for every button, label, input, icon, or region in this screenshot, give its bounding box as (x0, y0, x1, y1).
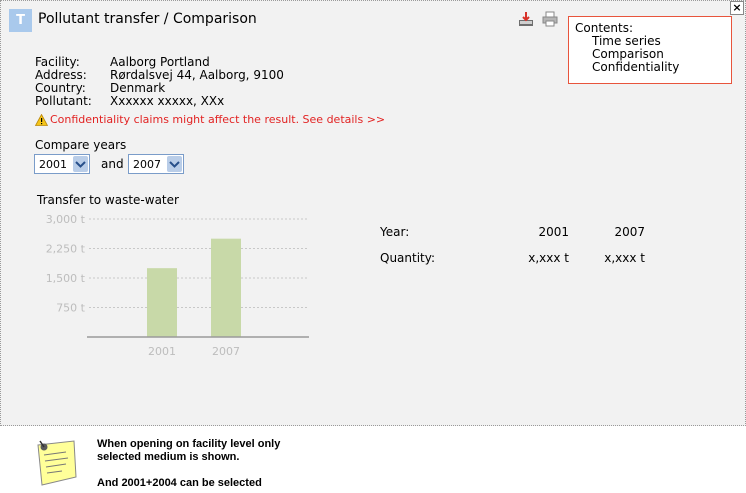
bar-2001 (147, 268, 177, 337)
year-label: Year: (380, 225, 410, 239)
page-title: Pollutant transfer / Comparison (38, 11, 257, 27)
transfer-bar-chart: 750 t 1,500 t 2,250 t 3,000 t 2001 2007 (46, 213, 309, 358)
chevron-down-icon (73, 156, 88, 172)
print-icon[interactable] (542, 11, 558, 27)
year2-select[interactable]: 2007 (128, 154, 184, 174)
contents-heading: Contents: (575, 21, 634, 35)
year1-value: 2001 (39, 157, 67, 171)
pollutant-value: Xxxxxx xxxxx, XXx (110, 94, 225, 108)
year2-header: 2007 (614, 225, 645, 239)
chart-title: Transfer to waste-water (37, 193, 179, 207)
y-tick-label: 3,000 t (46, 213, 86, 226)
quantity-year1: x,xxx t (528, 251, 569, 265)
confidentiality-warning[interactable]: Confidentiality claims might affect the … (35, 113, 385, 126)
year1-header: 2001 (538, 225, 569, 239)
note-line-1: When opening on facility level only (97, 438, 281, 450)
sticky-note-icon (37, 440, 77, 486)
contents-box: Contents: Time series Comparison Confide… (568, 16, 732, 84)
annotation-note: When opening on facility level only sele… (97, 438, 280, 490)
and-label: and (101, 157, 124, 171)
contents-link-confidentiality[interactable]: Confidentiality (575, 61, 725, 74)
y-tick-label: 2,250 t (46, 243, 86, 256)
compare-years-label: Compare years (35, 138, 127, 152)
x-tick-label: 2001 (148, 345, 176, 358)
warning-icon (35, 113, 48, 126)
y-tick-label: 750 t (56, 302, 85, 315)
pollutant-row: Pollutant: Xxxxxx xxxxx, XXx (35, 95, 284, 108)
facility-details: Facility: Aalborg Portland Address: Rørd… (35, 56, 284, 108)
close-button[interactable]: × (730, 1, 744, 15)
note-line-3: And 2001+2004 can be selected (97, 477, 262, 489)
warning-text: Confidentiality claims might affect the … (50, 113, 386, 126)
download-icon[interactable] (518, 11, 534, 27)
chevron-down-icon (167, 156, 182, 172)
note-line-2: selected medium is shown. (97, 451, 240, 463)
transfer-badge: T (9, 9, 32, 32)
x-tick-label: 2007 (212, 345, 240, 358)
quantity-year2: x,xxx t (604, 251, 645, 265)
year2-value: 2007 (133, 157, 161, 171)
bar-2007 (211, 238, 241, 337)
quantity-label: Quantity: (380, 251, 436, 265)
year1-select[interactable]: 2001 (34, 154, 90, 174)
pollutant-label: Pollutant: (35, 94, 92, 108)
comparison-panel: × T Pollutant transfer / Comparison Cont… (0, 0, 746, 426)
y-tick-label: 1,500 t (46, 272, 86, 285)
